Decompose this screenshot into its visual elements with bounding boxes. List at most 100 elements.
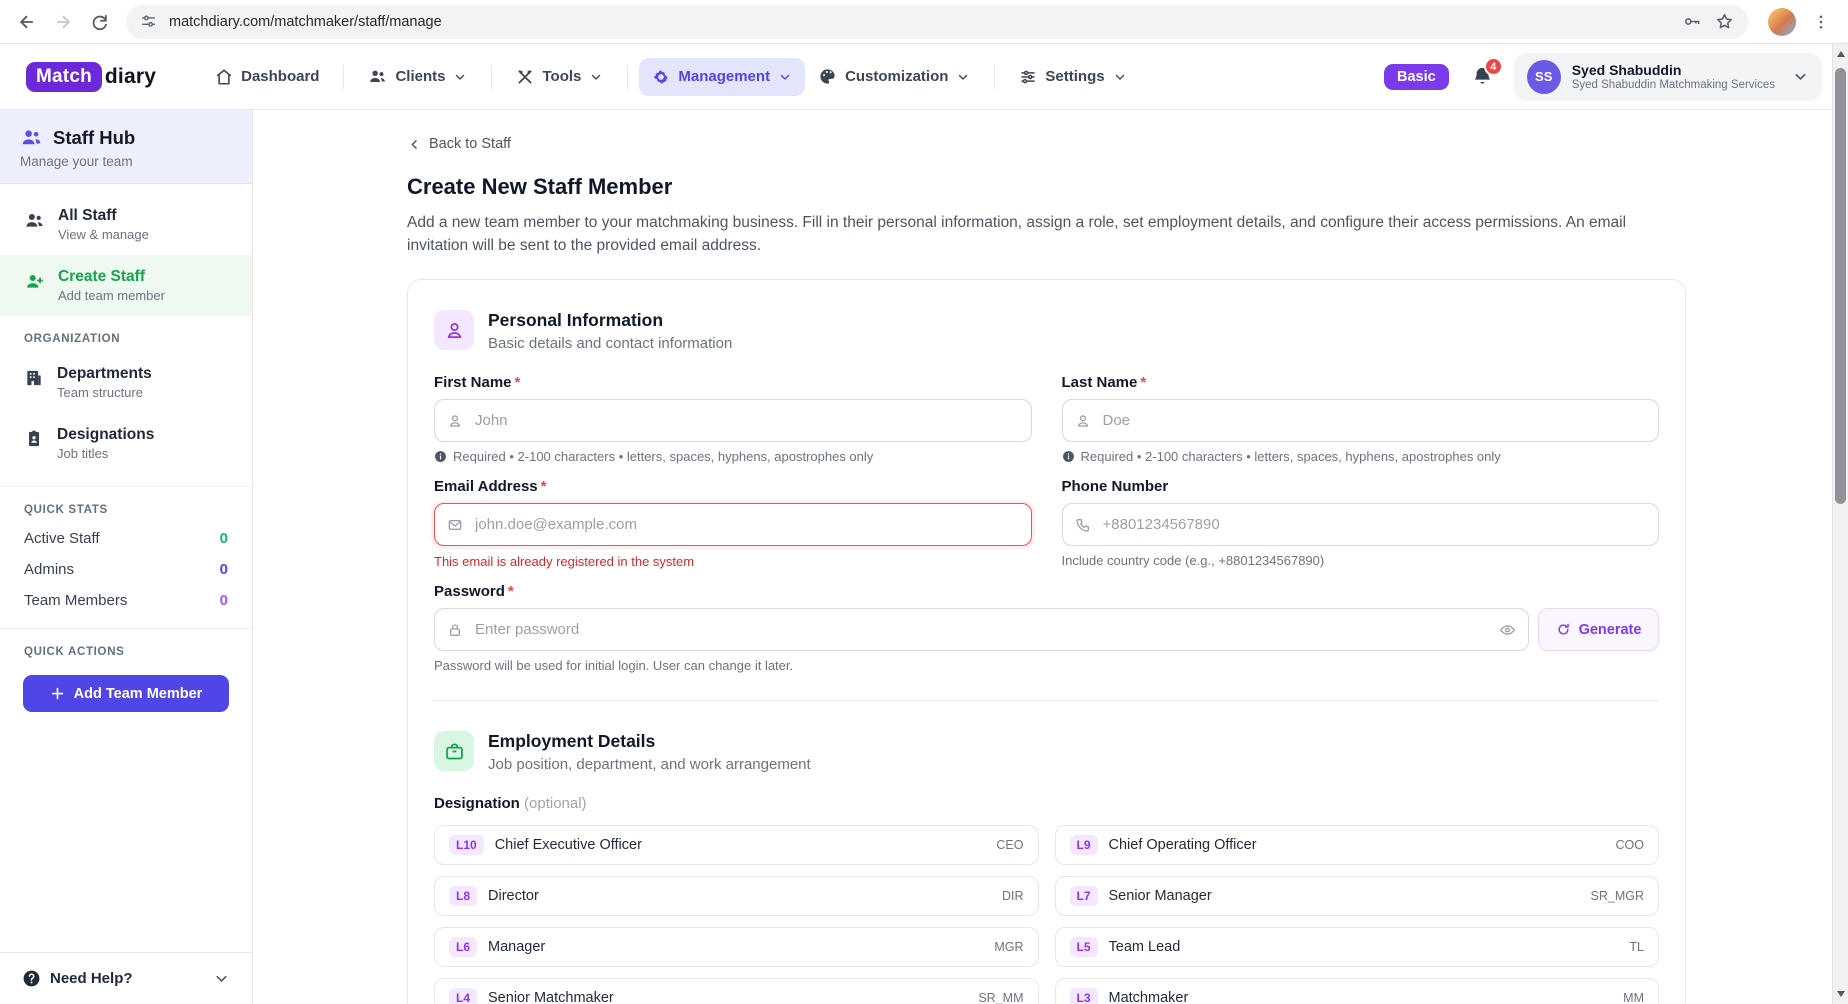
designation-option-ceo[interactable]: L10 Chief Executive Officer CEO bbox=[434, 825, 1039, 865]
sidebar-item-designations[interactable]: Designations Job titles bbox=[0, 413, 252, 474]
browser-reload-button[interactable] bbox=[82, 5, 116, 39]
designation-code: SR_MGR bbox=[1591, 889, 1644, 903]
browser-menu-button[interactable] bbox=[1804, 13, 1838, 31]
chevron-down-icon bbox=[956, 70, 970, 84]
add-team-member-button[interactable]: Add Team Member bbox=[23, 675, 229, 712]
employment-section-header: Employment Details Job position, departm… bbox=[434, 731, 1659, 773]
sidebar-item-create-staff[interactable]: Create Staff Add team member bbox=[0, 255, 252, 316]
nav-separator bbox=[627, 65, 628, 89]
plan-badge: Basic bbox=[1384, 64, 1449, 90]
chevron-down-icon bbox=[589, 70, 603, 84]
site-settings-icon[interactable] bbox=[140, 13, 157, 30]
home-icon bbox=[215, 68, 233, 86]
stat-value: 0 bbox=[220, 530, 228, 547]
stat-team-members: Team Members 0 bbox=[0, 585, 252, 616]
browser-forward-button[interactable] bbox=[46, 5, 80, 39]
page-description: Add a new team member to your matchmakin… bbox=[407, 211, 1681, 258]
sidebar-item-all-staff[interactable]: All Staff View & manage bbox=[0, 194, 252, 255]
logo-diary: diary bbox=[105, 65, 156, 89]
last-name-field-group: Last Name* Required • 2-100 characters •… bbox=[1062, 374, 1660, 464]
browser-back-button[interactable] bbox=[10, 5, 44, 39]
url[interactable]: matchdiary.com/matchmaker/staff/manage bbox=[169, 14, 1668, 30]
add-team-member-label: Add Team Member bbox=[74, 686, 203, 702]
designation-option-senior-manager[interactable]: L7 Senior Manager SR_MGR bbox=[1055, 876, 1660, 916]
designation-name: Chief Operating Officer bbox=[1109, 837, 1257, 853]
tools-icon bbox=[516, 68, 534, 86]
need-help-toggle[interactable]: Need Help? bbox=[0, 952, 252, 1004]
nav-customization-label: Customization bbox=[845, 68, 948, 85]
password-field-group: Password* Generate bbox=[434, 583, 1659, 673]
designation-name: Chief Executive Officer bbox=[495, 837, 642, 853]
matchdiary-logo[interactable]: Match diary bbox=[26, 62, 156, 92]
reload-icon bbox=[90, 12, 109, 31]
nav-clients[interactable]: Clients bbox=[355, 57, 480, 96]
password-input[interactable] bbox=[434, 608, 1529, 651]
nav-tools[interactable]: Tools bbox=[503, 58, 616, 96]
scrollbar-down-arrow[interactable] bbox=[1837, 991, 1845, 997]
briefcase-icon bbox=[444, 741, 465, 762]
password-key-icon[interactable] bbox=[1682, 12, 1701, 31]
phone-helper: Include country code (e.g., +88012345678… bbox=[1062, 553, 1660, 568]
create-staff-form-card: Personal Information Basic details and c… bbox=[407, 279, 1686, 1004]
designation-name: Director bbox=[488, 888, 539, 904]
scrollbar-up-arrow[interactable] bbox=[1837, 51, 1845, 57]
scrollbar-thumb[interactable] bbox=[1835, 68, 1846, 504]
first-name-input[interactable] bbox=[434, 399, 1032, 442]
chevron-down-icon bbox=[1792, 68, 1809, 85]
sliders-icon bbox=[1019, 68, 1037, 86]
designation-code: CEO bbox=[996, 838, 1023, 852]
designation-name: Senior Manager bbox=[1109, 888, 1212, 904]
nav-separator bbox=[491, 65, 492, 89]
primary-nav: Dashboard Clients Tools Management Custo… bbox=[202, 57, 1139, 96]
info-icon bbox=[1062, 450, 1075, 463]
phone-icon bbox=[1075, 517, 1091, 533]
helper-text: Include country code (e.g., +88012345678… bbox=[1062, 553, 1325, 568]
phone-field-group: Phone Number Include country code (e.g.,… bbox=[1062, 478, 1660, 569]
sidebar-subtitle: Manage your team bbox=[20, 154, 232, 169]
notifications-button[interactable]: 4 bbox=[1471, 65, 1494, 88]
section-subtitle: Basic details and contact information bbox=[488, 335, 732, 352]
nav-management[interactable]: Management bbox=[639, 58, 805, 96]
last-name-input[interactable] bbox=[1062, 399, 1660, 442]
browser-profile-avatar[interactable] bbox=[1768, 8, 1796, 36]
helper-text: Password will be used for initial login.… bbox=[434, 658, 793, 673]
email-field-group: Email Address* This email is already reg… bbox=[434, 478, 1032, 569]
nav-settings[interactable]: Settings bbox=[1006, 58, 1139, 96]
stat-label: Admins bbox=[24, 561, 74, 578]
required-asterisk: * bbox=[1140, 374, 1146, 391]
stat-label: Team Members bbox=[24, 592, 127, 609]
toggle-password-visibility-button[interactable] bbox=[1499, 621, 1516, 638]
nav-customization[interactable]: Customization bbox=[805, 57, 983, 96]
designation-option-team-lead[interactable]: L5 Team Lead TL bbox=[1055, 927, 1660, 967]
sidebar-item-label: Designations bbox=[57, 426, 154, 444]
back-arrow-icon bbox=[17, 12, 37, 32]
email-input[interactable] bbox=[434, 503, 1032, 546]
back-to-staff-link[interactable]: Back to Staff bbox=[407, 136, 511, 152]
all-staff-icon bbox=[24, 210, 45, 231]
designation-option-matchmaker[interactable]: L3 Matchmaker MM bbox=[1055, 978, 1660, 1004]
page-scrollbar[interactable] bbox=[1832, 44, 1848, 1004]
designation-code: SR_MM bbox=[978, 991, 1023, 1004]
phone-input[interactable] bbox=[1062, 503, 1660, 546]
designation-code: MM bbox=[1623, 991, 1644, 1004]
designation-option-senior-matchmaker[interactable]: L4 Senior Matchmaker SR_MM bbox=[434, 978, 1039, 1004]
stat-admins: Admins 0 bbox=[0, 554, 252, 585]
sidebar-item-departments[interactable]: Departments Team structure bbox=[0, 352, 252, 413]
sidebar-item-label: All Staff bbox=[58, 207, 149, 225]
personal-info-section-header: Personal Information Basic details and c… bbox=[434, 310, 1659, 352]
level-badge: L4 bbox=[449, 988, 477, 1004]
user-menu[interactable]: SS Syed Shabuddin Syed Shabuddin Matchma… bbox=[1514, 53, 1822, 101]
address-bar[interactable]: matchdiary.com/matchmaker/staff/manage bbox=[126, 5, 1748, 39]
info-icon bbox=[434, 450, 447, 463]
page-title: Create New Staff Member bbox=[407, 174, 1686, 200]
nav-dashboard[interactable]: Dashboard bbox=[202, 58, 332, 96]
sidebar-item-desc: View & manage bbox=[58, 227, 149, 242]
bookmark-star-icon[interactable] bbox=[1715, 12, 1734, 31]
designation-option-coo[interactable]: L9 Chief Operating Officer COO bbox=[1055, 825, 1660, 865]
generate-password-button[interactable]: Generate bbox=[1538, 608, 1659, 651]
organization-section-header: ORGANIZATION bbox=[0, 316, 252, 352]
designation-option-director[interactable]: L8 Director DIR bbox=[434, 876, 1039, 916]
mail-icon bbox=[447, 517, 463, 533]
designation-name: Manager bbox=[488, 939, 545, 955]
designation-option-manager[interactable]: L6 Manager MGR bbox=[434, 927, 1039, 967]
